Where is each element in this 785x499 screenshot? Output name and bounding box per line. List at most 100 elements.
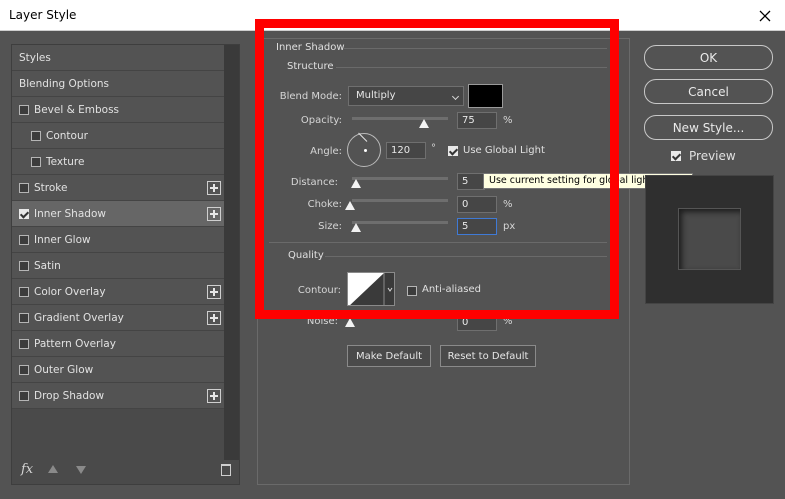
style-checkbox[interactable] [31,130,41,141]
preview-swatch [678,208,741,270]
add-icon[interactable] [207,389,221,403]
blend-mode-label: Blend Mode: [279,91,342,102]
style-checkbox[interactable] [19,104,29,115]
opacity-label: Opacity: [300,115,342,126]
trash-icon[interactable] [221,464,231,476]
style-item-label: Color Overlay [34,285,106,298]
preview-thumbnail [645,175,774,304]
style-item-label: Satin [34,259,61,272]
style-checkbox[interactable] [19,338,29,349]
opacity-unit: % [503,115,513,126]
blend-mode-value: Multiply [356,90,396,101]
styles-panel: Styles Blending Options Bevel & Emboss Cont… [11,44,240,485]
preview-label: Preview [689,149,736,163]
opacity-input[interactable]: 75 [457,112,497,129]
style-item[interactable]: Color Overlay [12,279,224,305]
style-item-label: Inner Shadow [34,207,106,220]
anti-aliased-checkbox[interactable] [407,286,417,296]
cancel-button[interactable]: Cancel [644,79,773,104]
close-icon[interactable] [745,0,785,31]
style-item[interactable]: Satin [12,253,224,279]
style-item-label: Pattern Overlay [34,337,116,350]
contour-picker[interactable] [347,272,395,306]
style-checkbox[interactable] [19,390,29,401]
choke-input[interactable]: 0 [457,196,497,213]
move-up-icon[interactable] [48,465,58,473]
divider [325,256,607,257]
add-icon[interactable] [207,311,221,325]
noise-input[interactable]: 0 [457,314,497,331]
noise-slider[interactable] [352,316,448,319]
angle-needle [358,132,368,142]
style-item[interactable]: Inner Glow [12,227,224,253]
size-slider[interactable] [352,221,448,224]
style-item[interactable]: Stroke [12,175,224,201]
style-item[interactable]: Texture [12,149,224,175]
style-item[interactable]: Pattern Overlay [12,331,224,357]
style-checkbox[interactable] [19,286,29,297]
style-checkbox[interactable] [31,156,41,167]
fx-icon[interactable]: fx [21,462,33,477]
style-item-label: Inner Glow [34,233,91,246]
style-item-label: Outer Glow [34,363,94,376]
style-item[interactable]: Gradient Overlay [12,305,224,331]
new-style-button[interactable]: New Style... [644,115,773,140]
chevron-down-icon [451,92,460,101]
title-bar: Layer Style [0,0,785,31]
distance-slider[interactable] [352,177,448,180]
size-slider-handle[interactable] [351,223,361,232]
style-item[interactable]: Bevel & Emboss [12,97,224,123]
contour-label: Contour: [297,285,341,296]
styles-list: Styles Blending Options Bevel & Emboss Cont… [12,45,224,409]
style-checkbox[interactable] [19,364,29,375]
style-item-label: Contour [46,129,88,142]
choke-slider[interactable] [352,199,448,202]
opacity-slider[interactable] [352,117,448,120]
size-input[interactable]: 5 [457,218,497,235]
style-item[interactable]: Styles [12,45,224,71]
angle-label: Angle: [310,146,342,157]
window-title: Layer Style [9,8,77,22]
divider [336,67,607,68]
distance-label: Distance: [290,177,338,188]
preview-checkbox[interactable] [671,151,681,161]
distance-input[interactable]: 5 [457,173,485,190]
add-icon[interactable] [207,285,221,299]
move-down-icon[interactable] [76,466,86,474]
style-item[interactable]: Inner Shadow [12,201,224,227]
contour-curve-icon [348,273,393,305]
noise-slider-handle[interactable] [345,318,355,327]
style-item-label: Stroke [34,181,68,194]
style-checkbox[interactable] [19,208,29,219]
ok-button[interactable]: OK [644,45,773,70]
style-item-label: Bevel & Emboss [34,103,120,116]
add-icon[interactable] [207,181,221,195]
style-checkbox[interactable] [19,234,29,245]
style-checkbox[interactable] [19,260,29,271]
style-item-label: Gradient Overlay [34,311,124,324]
styles-scrollbar[interactable] [224,45,239,460]
choke-slider-handle[interactable] [345,201,355,210]
opacity-slider-handle[interactable] [419,119,429,128]
add-icon[interactable] [207,207,221,221]
size-label: Size: [318,221,342,232]
distance-slider-handle[interactable] [351,179,361,188]
style-item[interactable]: Blending Options [12,71,224,97]
make-default-button[interactable]: Make Default [347,345,431,367]
use-global-light-checkbox[interactable] [448,146,458,156]
blend-mode-select[interactable]: Multiply [348,86,464,106]
divider [344,48,607,49]
style-checkbox[interactable] [19,182,29,193]
style-item-label: Texture [46,155,85,168]
angle-input[interactable]: 120 [386,142,426,159]
style-item[interactable]: Outer Glow [12,357,224,383]
style-item[interactable]: Drop Shadow [12,383,224,409]
shadow-color-swatch[interactable] [468,84,503,108]
angle-dial[interactable] [347,132,381,167]
reset-default-button[interactable]: Reset to Default [440,345,536,367]
structure-title: Structure [287,61,334,72]
style-checkbox[interactable] [19,312,29,323]
style-item[interactable]: Contour [12,123,224,149]
use-global-light-label: Use Global Light [463,145,545,156]
styles-footer: fx [12,460,239,484]
